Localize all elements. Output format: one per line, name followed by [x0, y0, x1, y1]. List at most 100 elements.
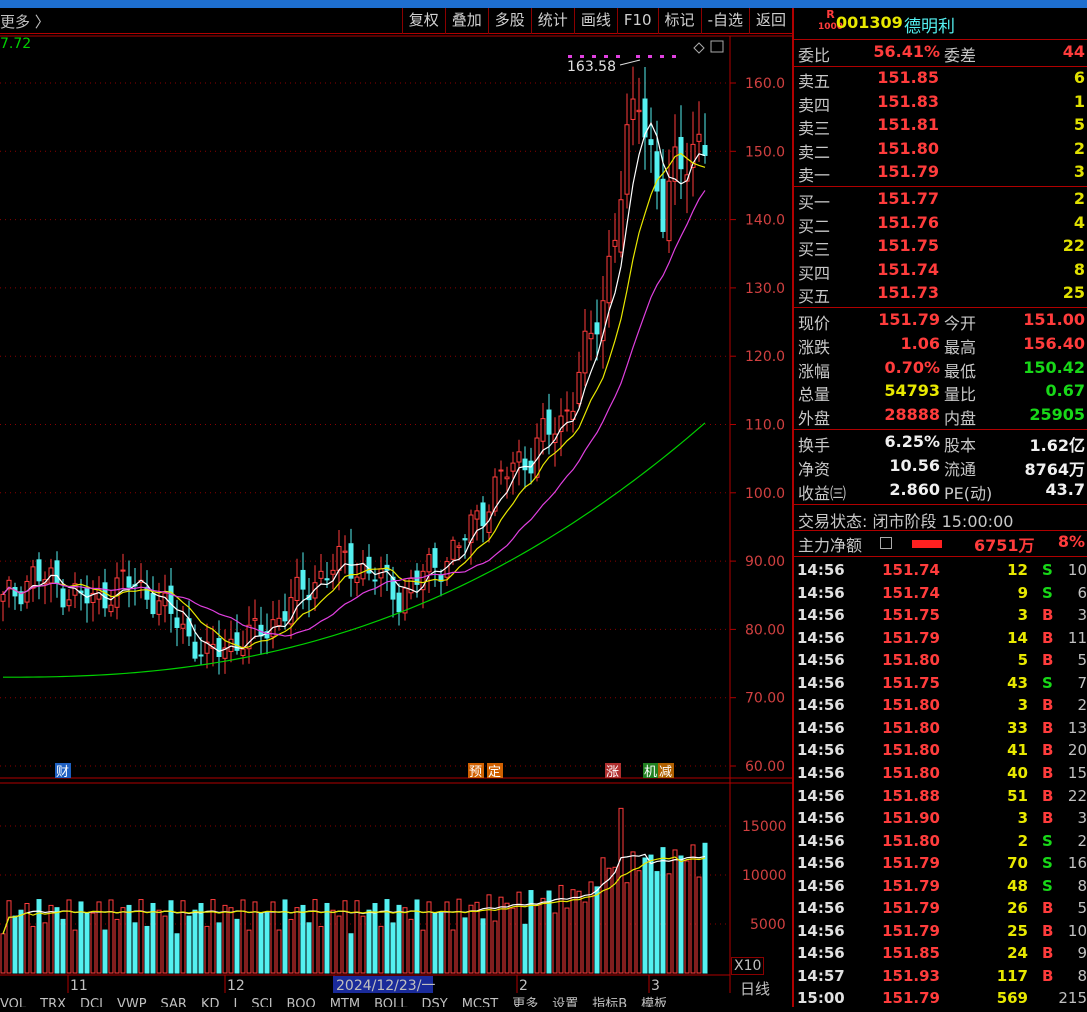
- list-icon[interactable]: [880, 537, 892, 549]
- volume-bar: [618, 807, 624, 974]
- candle-body: [402, 587, 408, 614]
- volume-bar: [624, 882, 630, 974]
- tick-row: 15:00 151.79 569 215: [794, 989, 1087, 1012]
- indicator-tab[interactable]: 模板: [641, 997, 667, 1007]
- bid-volume: 8: [1073, 259, 1085, 279]
- indicator-tab[interactable]: DCI: [80, 997, 103, 1007]
- tick-time: 14:56: [797, 606, 845, 625]
- candle-body: [666, 180, 672, 242]
- indicator-tab[interactable]: MTM: [330, 997, 360, 1007]
- tick-row: 14:56 151.88 51 B 22: [794, 787, 1087, 810]
- indicator-tab[interactable]: VWP: [117, 997, 147, 1007]
- tick-time: 14:56: [797, 809, 845, 828]
- bid-price: 151.76: [877, 212, 939, 232]
- stat-label: 流通: [944, 460, 977, 480]
- indicator-tab[interactable]: MCST: [462, 997, 499, 1007]
- indicator-tab[interactable]: 设置: [552, 997, 578, 1007]
- price-tick-label: 60.00: [745, 759, 785, 775]
- event-marker[interactable]: 财: [56, 765, 69, 780]
- event-marker[interactable]: 机: [644, 765, 657, 780]
- indicator-tab[interactable]: BOO: [287, 997, 316, 1007]
- tick-count: 2: [1077, 696, 1087, 715]
- tick-volume: 117: [996, 966, 1028, 985]
- indicator-tab[interactable]: KD: [201, 997, 220, 1007]
- volume-bar: [6, 900, 12, 974]
- indicator-tab[interactable]: 更多: [512, 997, 538, 1007]
- indicator-tab[interactable]: DSY: [421, 997, 447, 1007]
- tick-volume: 25: [1007, 921, 1028, 940]
- tick-volume: 14: [1007, 628, 1028, 647]
- volume-bar: [294, 907, 300, 974]
- candle-body: [510, 462, 516, 472]
- tick-time: 14:56: [797, 561, 845, 579]
- tick-side: S: [1042, 583, 1053, 602]
- ask-label: 卖一: [798, 166, 831, 186]
- volume-bar: [288, 918, 294, 974]
- tick-price: 151.75: [882, 606, 940, 625]
- candle-body: [54, 560, 60, 584]
- event-marker[interactable]: 涨: [606, 765, 619, 780]
- candle-body: [12, 587, 18, 597]
- candle-body: [462, 538, 468, 541]
- indicator-tab[interactable]: TRX: [40, 997, 66, 1007]
- candle-body: [300, 569, 306, 590]
- tick-row: 14:56 151.79 70 S 16: [794, 854, 1087, 877]
- stock-name: 德明利: [904, 17, 955, 37]
- diamond-icon[interactable]: [693, 42, 705, 54]
- main-flow-pct: 8%: [1057, 532, 1085, 551]
- candle-body: [216, 638, 222, 658]
- ma10-line: [2, 152, 706, 649]
- ma5-line: [2, 121, 706, 652]
- indicator-tab[interactable]: BOLL: [374, 997, 407, 1007]
- ask-price: 151.80: [877, 138, 939, 158]
- volume-bar: [114, 918, 120, 974]
- tick-price: 151.79: [882, 854, 940, 873]
- tick-volume: 51: [1007, 786, 1028, 805]
- tick-count: 13: [1067, 718, 1087, 737]
- ask-row: 卖一 151.79 3: [794, 162, 1087, 185]
- main-flow-value: 6751万: [974, 536, 1035, 555]
- tick-volume: 3: [1017, 696, 1028, 715]
- candle-body: [30, 566, 36, 589]
- ask-price: 151.79: [877, 162, 939, 182]
- event-marker[interactable]: 减: [659, 765, 672, 780]
- volume-bar: [570, 889, 576, 974]
- tick-side: S: [1042, 854, 1053, 873]
- moving-averages: [2, 121, 706, 678]
- volume-bar: [648, 854, 654, 974]
- tick-price: 151.79: [882, 989, 940, 1008]
- volume-bar: [654, 871, 660, 974]
- indicator-tab[interactable]: SCI: [251, 997, 272, 1007]
- indicator-tab[interactable]: SAR: [161, 997, 187, 1007]
- candle-body: [342, 550, 348, 553]
- kline-chart[interactable]: 160.0 150.0 140.0 130.0 120.0 110.0 100.0 90.00…: [0, 8, 792, 1007]
- event-marker[interactable]: 预: [469, 765, 482, 780]
- signal-dot: [636, 55, 640, 58]
- indicator-tab[interactable]: VOL: [0, 997, 26, 1007]
- volume-bar: [534, 904, 540, 974]
- tick-side: B: [1042, 944, 1054, 963]
- indicator-tabbar: VOL TRX DCI VWP SAR KD J SCI BOO MTM BOLL DSY MCST 更多…: [0, 993, 792, 1007]
- event-marker[interactable]: 定: [488, 765, 501, 780]
- indicator-tab[interactable]: J: [234, 997, 238, 1007]
- volume-bar: [132, 922, 138, 974]
- volume-bar: [300, 904, 306, 974]
- window-icon[interactable]: [710, 40, 724, 53]
- candle-body: [660, 178, 666, 232]
- candle-body: [246, 624, 252, 650]
- volume-bar: [684, 860, 690, 974]
- candle-body: [450, 539, 456, 560]
- volume-bar: [162, 915, 168, 974]
- volume-bar: [258, 912, 264, 974]
- tick-time: 14:57: [797, 966, 845, 985]
- candle-body: [174, 617, 180, 628]
- tick-row: 14:56 151.80 33 B 13: [794, 719, 1087, 742]
- tick-time: 14:56: [797, 921, 845, 940]
- date-axis-label: 2024/12/23/一: [336, 978, 435, 994]
- bid-label: 买二: [798, 216, 831, 236]
- stat-label: 内盘: [944, 409, 977, 429]
- indicator-tab[interactable]: 指标B: [592, 997, 627, 1007]
- date-axis-label: 3: [651, 978, 660, 994]
- candle-body: [156, 600, 162, 615]
- tick-side: S: [1042, 831, 1053, 850]
